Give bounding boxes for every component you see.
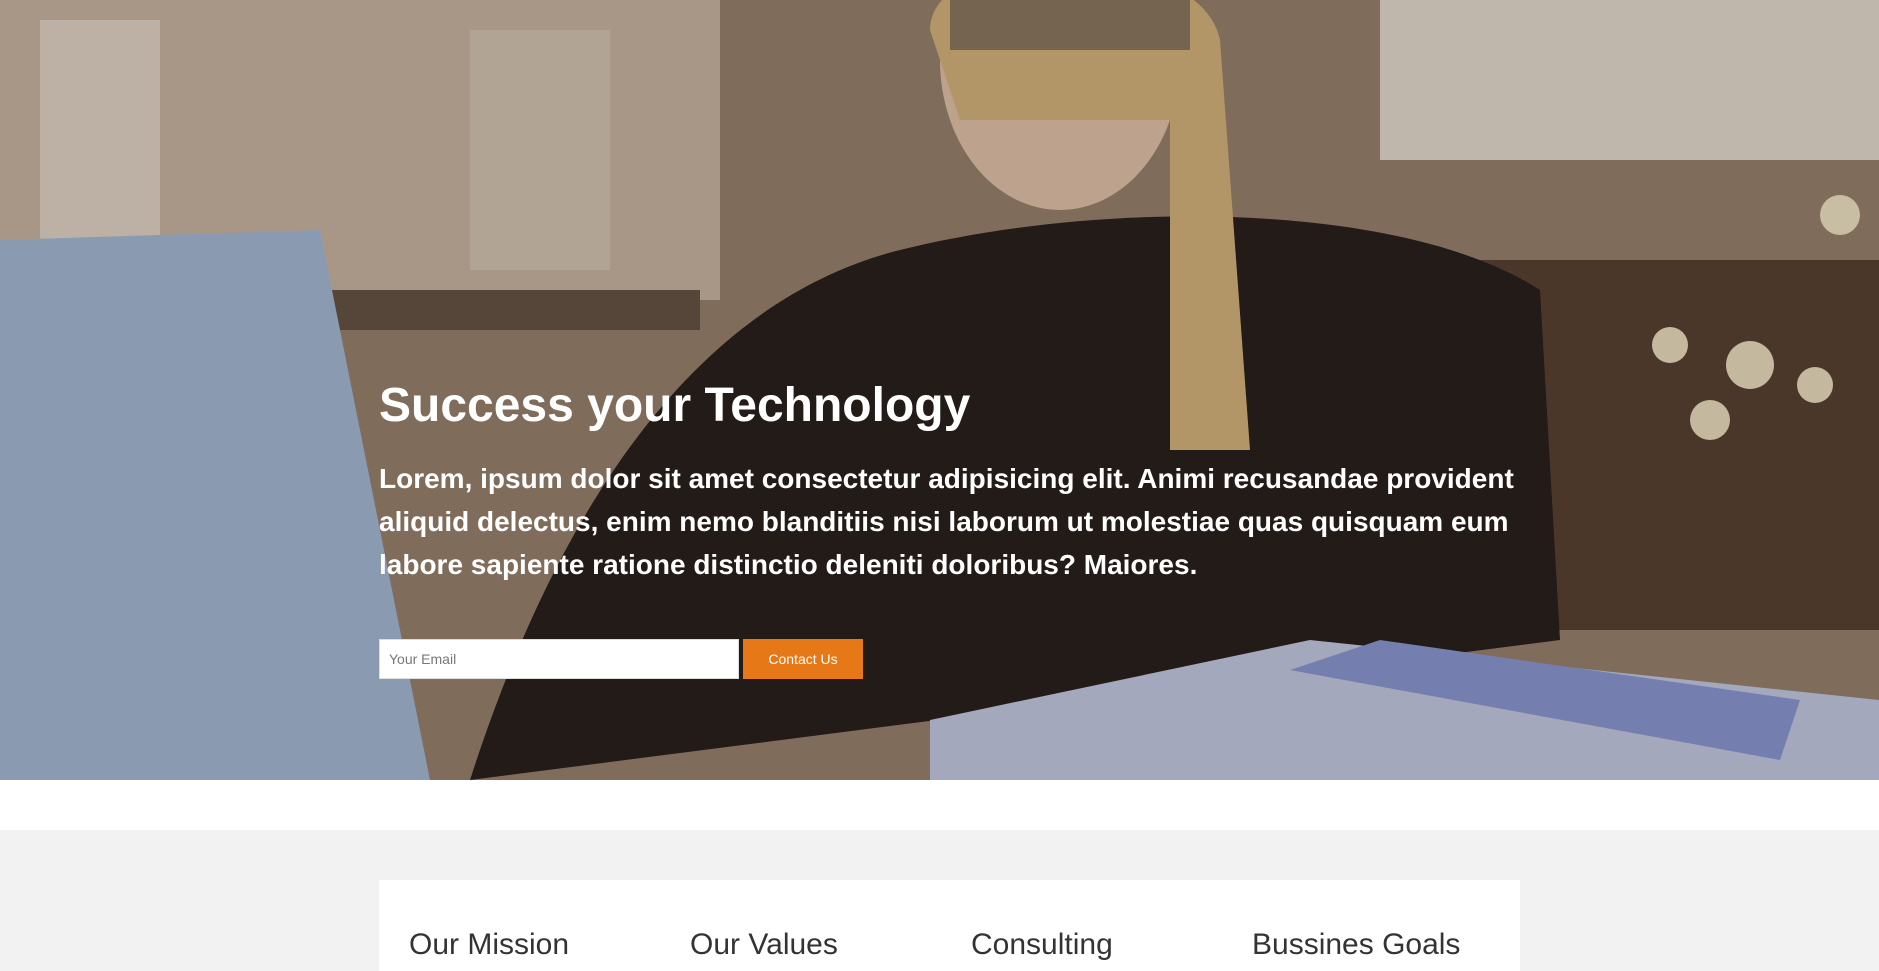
contact-form: Contact Us	[379, 639, 1529, 679]
feature-values: Our Values	[660, 880, 941, 971]
feature-title: Consulting	[971, 928, 1113, 961]
features-card: Our Mission Our Values Consulting Bussin…	[379, 880, 1520, 971]
feature-title: Our Values	[690, 928, 838, 961]
contact-us-button[interactable]: Contact Us	[743, 639, 863, 679]
feature-mission: Our Mission	[379, 880, 660, 971]
hero-title: Success your Technology	[379, 379, 971, 432]
hero-description: Lorem, ipsum dolor sit amet consectetur …	[379, 463, 1514, 580]
feature-business-goals: Bussines Goals	[1222, 880, 1503, 971]
features-section: Our Mission Our Values Consulting Bussin…	[0, 830, 1879, 971]
feature-consulting: Consulting	[941, 880, 1222, 971]
hero-section: Success your Technology Lorem, ipsum dol…	[0, 0, 1879, 780]
section-spacer	[0, 780, 1879, 830]
hero-content: Success your Technology Lorem, ipsum dol…	[379, 375, 1529, 679]
feature-title: Our Mission	[409, 928, 570, 961]
feature-title: Bussines Goals	[1252, 928, 1461, 961]
email-input[interactable]	[379, 639, 739, 679]
